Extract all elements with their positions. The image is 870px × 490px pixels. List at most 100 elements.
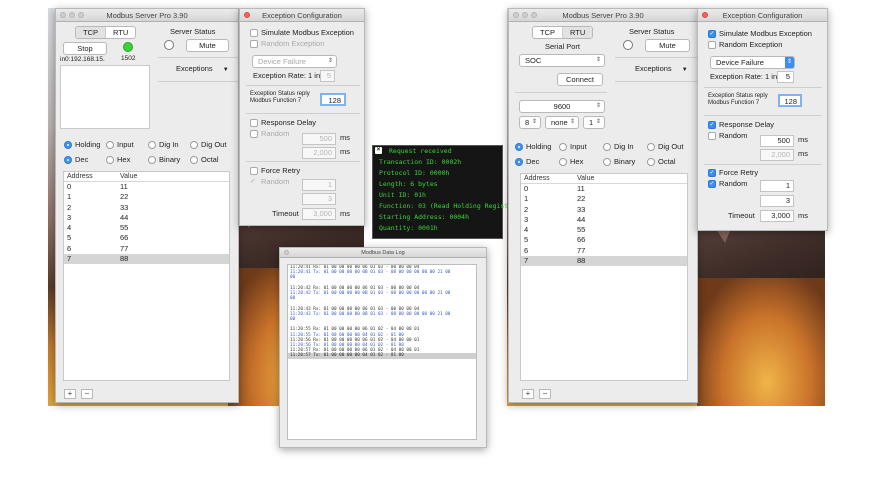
exception-type-select[interactable]: Device Failure ⇕ (710, 56, 795, 69)
tab-tcp[interactable]: TCP (76, 27, 106, 38)
value-cell[interactable]: 22 (120, 192, 229, 202)
table-row-selected[interactable]: 7 88 (64, 254, 229, 265)
table-row[interactable]: 6 77 (521, 246, 687, 256)
table-row[interactable]: 0 11 (64, 182, 229, 192)
data-bits-select[interactable]: 8 ⇕ (519, 116, 541, 129)
stop-button[interactable]: Stop (63, 42, 107, 55)
close-icon[interactable]: ✕ (375, 147, 382, 154)
close-icon[interactable] (702, 12, 708, 18)
retry-field-1[interactable]: 1 (760, 180, 794, 192)
remove-row-button[interactable]: − (81, 389, 93, 399)
value-cell[interactable]: 44 (120, 213, 229, 223)
exceptions-menu[interactable]: Exceptions ▼ (635, 64, 688, 75)
close-icon[interactable] (513, 12, 519, 18)
radio-hex[interactable]: Hex (106, 155, 130, 165)
response-delay-checkbox[interactable]: ✓ Response Delay (708, 120, 774, 130)
retry-field-2[interactable]: 3 (302, 193, 336, 205)
table-row-selected[interactable]: 7 88 (521, 256, 687, 267)
table-row[interactable]: 3 44 (64, 213, 229, 223)
connect-button[interactable]: Connect (557, 73, 603, 86)
random-exception-checkbox[interactable]: Random Exception (250, 39, 324, 49)
radio-dig-out[interactable]: Dig Out (647, 142, 683, 152)
tab-rtu[interactable]: RTU (106, 27, 135, 38)
table-row[interactable]: 3 44 (521, 215, 687, 225)
radio-binary[interactable]: Binary (603, 157, 635, 167)
radio-dig-in[interactable]: Dig In (148, 140, 179, 150)
radio-dec[interactable]: Dec (64, 155, 88, 165)
radio-holding[interactable]: Holding (64, 140, 100, 150)
timeout-field[interactable]: 3,000 (302, 208, 336, 220)
value-cell[interactable]: 88 (120, 254, 229, 264)
value-cell[interactable]: 66 (577, 235, 687, 245)
value-cell[interactable]: 11 (577, 184, 687, 194)
tab-tcp[interactable]: TCP (533, 27, 563, 38)
random-retry-checkbox[interactable]: ✓ Random (250, 177, 289, 187)
random-retry-checkbox[interactable]: ✓ Random (708, 179, 747, 189)
simulate-exception-checkbox[interactable]: Simulate Modbus Exception (250, 28, 354, 38)
value-cell[interactable]: 55 (577, 225, 687, 235)
add-row-button[interactable]: + (522, 389, 534, 399)
table-row[interactable]: 1 22 (521, 194, 687, 204)
serial-port-select[interactable]: SOC ⇕ (519, 54, 605, 67)
table-row[interactable]: 2 33 (64, 203, 229, 213)
value-cell[interactable]: 22 (577, 194, 687, 204)
value-cell[interactable]: 55 (120, 223, 229, 233)
minimize-icon[interactable] (69, 12, 75, 18)
value-cell[interactable]: 77 (577, 246, 687, 256)
table-row[interactable]: 2 33 (521, 205, 687, 215)
exception-type-select[interactable]: Device Failure ⇕ (252, 55, 337, 68)
value-cell[interactable]: 77 (120, 244, 229, 254)
column-value[interactable]: Value (120, 172, 229, 181)
radio-holding[interactable]: Holding (515, 142, 551, 152)
radio-binary[interactable]: Binary (148, 155, 180, 165)
stop-bits-select[interactable]: 1 ⇕ (583, 116, 605, 129)
exception-rate-field[interactable]: 5 (320, 70, 335, 82)
close-icon[interactable] (60, 12, 66, 18)
status-reply-field[interactable]: 128 (320, 93, 346, 106)
delay-field-1[interactable]: 500 (760, 135, 794, 147)
zoom-icon[interactable] (531, 12, 537, 18)
value-cell[interactable]: 44 (577, 215, 687, 225)
radio-input[interactable]: Input (559, 142, 587, 152)
minimize-icon[interactable] (522, 12, 528, 18)
random-exception-checkbox[interactable]: Random Exception (708, 40, 782, 50)
table-row[interactable]: 0 11 (521, 184, 687, 194)
response-delay-checkbox[interactable]: Response Delay (250, 118, 316, 128)
table-row[interactable]: 4 55 (521, 225, 687, 235)
radio-dig-out[interactable]: Dig Out (190, 140, 226, 150)
radio-octal[interactable]: Octal (190, 155, 219, 165)
value-cell[interactable]: 66 (120, 233, 229, 243)
table-row[interactable]: 6 77 (64, 244, 229, 254)
exception-rate-field[interactable]: 5 (777, 71, 794, 83)
close-icon[interactable] (244, 12, 250, 18)
table-row[interactable]: 5 66 (521, 235, 687, 245)
delay-field-2[interactable]: 2,000 (302, 147, 336, 159)
mute-button[interactable]: Mute (186, 39, 229, 52)
column-address[interactable]: Address (64, 172, 120, 181)
random-delay-checkbox[interactable]: Random (250, 129, 289, 139)
parity-select[interactable]: none ⇕ (545, 116, 579, 129)
status-reply-field[interactable]: 128 (778, 94, 802, 107)
column-address[interactable]: Address (521, 174, 577, 183)
value-cell[interactable]: 88 (577, 256, 687, 266)
delay-field-2[interactable]: 2,000 (760, 149, 794, 161)
simulate-exception-checkbox[interactable]: ✓ Simulate Modbus Exception (708, 29, 812, 39)
baud-rate-select[interactable]: 9600 ⇕ (519, 100, 605, 113)
value-cell[interactable]: 33 (577, 205, 687, 215)
log-text-area[interactable]: 11:20:41 Rx: 01 00 00 00 00 06 01 03 - 0… (287, 264, 477, 440)
table-row[interactable]: 5 66 (64, 233, 229, 243)
add-row-button[interactable]: + (64, 389, 76, 399)
radio-dec[interactable]: Dec (515, 157, 539, 167)
radio-dig-in[interactable]: Dig In (603, 142, 634, 152)
mute-button[interactable]: Mute (645, 39, 690, 52)
column-value[interactable]: Value (577, 174, 687, 183)
zoom-icon[interactable] (78, 12, 84, 18)
value-cell[interactable]: 11 (120, 182, 229, 192)
radio-hex[interactable]: Hex (559, 157, 583, 167)
timeout-field[interactable]: 3,000 (760, 210, 794, 222)
retry-field-1[interactable]: 1 (302, 179, 336, 191)
random-delay-checkbox[interactable]: Random (708, 131, 747, 141)
table-row[interactable]: 4 55 (64, 223, 229, 233)
retry-field-2[interactable]: 3 (760, 195, 794, 207)
value-cell[interactable]: 33 (120, 203, 229, 213)
